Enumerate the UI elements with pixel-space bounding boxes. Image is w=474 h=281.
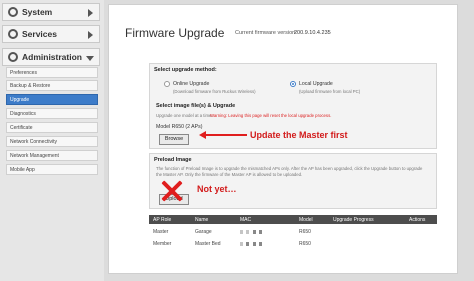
sidebar-item-upgrade[interactable]: Upgrade [6, 94, 98, 105]
row-role: Member [153, 241, 172, 247]
chevron-right-icon [88, 31, 93, 39]
row-name: Master Bed [195, 241, 221, 247]
preload-image-box: Preload Image The function of Preload Im… [149, 153, 437, 209]
row-model: R650 [299, 241, 311, 247]
col-mac: MAC [240, 217, 252, 223]
mac-redacted [259, 230, 262, 234]
local-upgrade-radio[interactable] [290, 81, 296, 87]
sidebar-item-preferences[interactable]: Preferences [6, 67, 98, 78]
select-image-title: Select image file(s) & Upgrade [156, 103, 236, 109]
col-actions: Actions [409, 217, 426, 223]
preload-desc-line1: The function of Preload Image is to upgr… [156, 166, 423, 171]
model-label: Model R650 (2 APs) [156, 124, 203, 130]
local-upgrade-desc: (Upload firmware from local PC) [299, 89, 361, 94]
mac-redacted [246, 230, 249, 234]
sidebar: System Services Administration Preferenc… [0, 0, 104, 281]
col-ap-role: AP Role [153, 217, 172, 223]
col-model: Model [299, 217, 313, 223]
table-row: Member Master Bed R650 [149, 239, 437, 249]
row-model: R650 [299, 229, 311, 235]
row-role: Master [153, 229, 169, 235]
sidebar-item-backup-restore[interactable]: Backup & Restore [6, 80, 98, 91]
sidebar-item-mobile-app[interactable]: Mobile App [6, 164, 98, 175]
upgrade-note: Upgrade one model at a time. [156, 113, 213, 118]
col-upgrade-progress: Upgrade Progress [333, 217, 374, 223]
gear-icon [8, 7, 18, 17]
row-name: Garage [195, 229, 212, 235]
mac-redacted [253, 230, 256, 234]
nav-administration[interactable]: Administration [2, 48, 100, 66]
annotation-not-yet: Not yet… [197, 184, 237, 194]
close-icon [161, 180, 183, 202]
mac-redacted [246, 242, 249, 246]
table-header: AP Role Name MAC Model Upgrade Progress … [149, 215, 437, 224]
mac-redacted [240, 242, 243, 246]
annotation-arrow-line [205, 134, 247, 136]
firmware-version-value: 200.9.10.4.235 [294, 30, 331, 36]
sidebar-item-certificate[interactable]: Certificate [6, 122, 98, 133]
chevron-right-icon [88, 9, 93, 17]
annotation-update-master: Update the Master first [250, 130, 348, 140]
online-upgrade-label: Online Upgrade [173, 81, 210, 87]
page-title: Firmware Upgrade [125, 26, 225, 40]
upgrade-method-title: Select upgrade method: [154, 67, 217, 73]
main-panel: Firmware Upgrade Current firmware versio… [108, 4, 458, 274]
nav-administration-label: Administration [22, 52, 82, 62]
mac-redacted [240, 230, 243, 234]
nav-services-label: Services [22, 29, 57, 39]
sidebar-item-network-connectivity[interactable]: Network Connectivity [6, 136, 98, 147]
online-upgrade-radio[interactable] [164, 81, 170, 87]
mac-redacted [253, 242, 256, 246]
online-upgrade-desc: (Download firmware from Ruckus Wireless) [173, 89, 256, 94]
gear-icon [8, 52, 18, 62]
preload-desc-line2: the Master AP. Only the firmware of the … [156, 172, 303, 177]
browse-button[interactable]: Browse [159, 134, 189, 145]
warning-text: Warning: Leaving this page will reset th… [210, 113, 332, 118]
chevron-down-icon [86, 56, 94, 61]
firmware-version-label: Current firmware version: [235, 30, 297, 36]
gear-icon [8, 29, 18, 39]
mac-redacted [259, 242, 262, 246]
nav-services[interactable]: Services [2, 25, 100, 43]
nav-system-label: System [22, 7, 53, 17]
sidebar-item-diagnostics[interactable]: Diagnostics [6, 108, 98, 119]
preload-image-title: Preload Image [154, 157, 192, 163]
nav-system[interactable]: System [2, 3, 100, 21]
col-name: Name [195, 217, 209, 223]
table-row: Master Garage R650 [149, 227, 437, 237]
sidebar-item-network-management[interactable]: Network Management [6, 150, 98, 161]
local-upgrade-label: Local Upgrade [299, 81, 333, 87]
